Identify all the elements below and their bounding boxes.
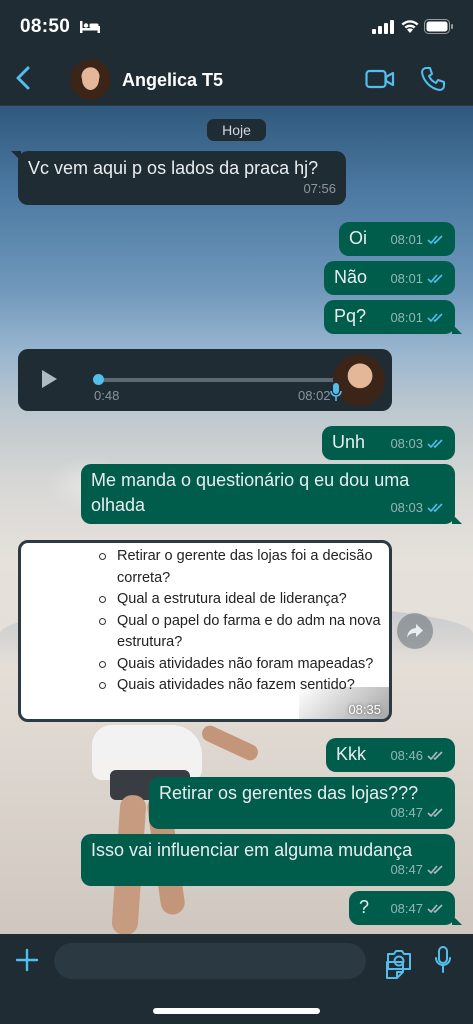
message-meta: 08:01: [390, 266, 445, 291]
message-incoming[interactable]: Vc vem aqui p os lados da praca hj? 07:5…: [11, 151, 346, 205]
avatar-face: [82, 68, 99, 90]
message-time: 08:47: [390, 862, 423, 877]
message-time: 08:47: [390, 805, 423, 820]
message-outgoing[interactable]: Retirar os gerentes das lojas??? 08:47: [149, 777, 455, 829]
read-receipt-icon: [427, 313, 443, 323]
message-meta: 08:03: [390, 495, 445, 520]
message-text: Me manda o questionário q eu dou uma olh…: [91, 470, 410, 515]
status-bar: 08:50: [0, 0, 473, 52]
back-chevron-icon[interactable]: [12, 62, 34, 94]
message-time: 08:46: [390, 748, 423, 763]
message-outgoing[interactable]: Kkk 08:46: [326, 738, 455, 772]
message-meta: 08:47: [390, 857, 445, 882]
camera-icon[interactable]: [385, 948, 413, 972]
message-time: 08:03: [390, 500, 423, 515]
video-call-icon[interactable]: [365, 68, 395, 90]
image-list-item: Qual o papel do farma e do adm na nova e…: [99, 611, 389, 654]
voice-time: 08:02: [298, 388, 331, 403]
contact-name[interactable]: Angelica T5: [122, 70, 223, 91]
contact-avatar[interactable]: [70, 59, 111, 100]
message-text: Isso vai influenciar em alguma mudança: [91, 840, 413, 860]
read-receipt-icon: [427, 235, 443, 245]
message-input[interactable]: [54, 943, 404, 979]
message-time: 08:47: [390, 901, 423, 916]
phone-call-icon[interactable]: [420, 66, 446, 92]
chat-header: Angelica T5: [0, 52, 473, 106]
read-receipt-icon: [427, 904, 443, 914]
voice-elapsed: 0:48: [94, 388, 120, 403]
message-time: 08:01: [390, 310, 423, 325]
read-receipt-icon: [427, 808, 443, 818]
image-list-item: Retirar o gerente das lojas foi a decisã…: [99, 546, 389, 589]
battery-icon: [424, 19, 453, 34]
forward-icon: [407, 624, 423, 638]
message-meta: 07:56: [303, 176, 336, 201]
message-text: Unh: [332, 432, 366, 452]
message-outgoing[interactable]: Oi 08:01: [339, 222, 455, 256]
wifi-icon: [401, 20, 419, 33]
message-text: Kkk: [336, 744, 367, 764]
message-time: 08:01: [390, 271, 423, 286]
read-receipt-icon: [427, 751, 443, 761]
message-time: 07:56: [303, 181, 336, 196]
message-meta: 08:01: [390, 305, 445, 330]
sleep-focus-icon: [80, 21, 100, 33]
read-receipt-icon: [427, 503, 443, 513]
message-text: Pq?: [334, 306, 367, 326]
status-time: 08:50: [20, 16, 71, 37]
message-meta: 08:47: [390, 800, 445, 825]
message-meta: 08:46: [390, 743, 445, 768]
message-outgoing[interactable]: Não 08:01: [324, 261, 455, 295]
image-message[interactable]: Retirar o gerente das lojas foi a decisã…: [18, 540, 392, 722]
message-outgoing[interactable]: Isso vai influenciar em alguma mudança 0…: [81, 834, 455, 886]
wallpaper-person: [92, 725, 202, 936]
image-text-list: Retirar o gerente das lojas foi a decisã…: [99, 546, 389, 697]
voice-progress-knob[interactable]: [93, 374, 104, 385]
play-icon[interactable]: [40, 369, 58, 389]
message-outgoing[interactable]: Unh 08:03: [322, 426, 455, 460]
message-outgoing[interactable]: ? 08:47: [349, 891, 462, 925]
read-receipt-icon: [427, 439, 443, 449]
message-outgoing[interactable]: Pq? 08:01: [324, 300, 462, 334]
voice-message[interactable]: 0:48 08:02: [18, 349, 392, 411]
signal-icon: [372, 20, 394, 34]
image-list-item: Qual a estrutura ideal de liderança?: [99, 589, 389, 611]
mic-icon: [330, 383, 342, 401]
forward-button[interactable]: [397, 613, 433, 649]
plus-icon[interactable]: [15, 948, 39, 972]
message-text: Vc vem aqui p os lados da praca hj?: [28, 158, 319, 178]
message-text: Não: [334, 267, 368, 287]
message-time: 08:35: [348, 702, 381, 717]
message-time: 08:01: [390, 232, 423, 247]
mic-icon[interactable]: [434, 946, 452, 974]
read-receipt-icon: [427, 274, 443, 284]
date-separator: Hoje: [207, 119, 266, 141]
voice-progress-track[interactable]: [96, 378, 336, 382]
message-text: ?: [359, 897, 370, 917]
message-text: Oi: [349, 228, 367, 248]
message-text: Retirar os gerentes das lojas???: [159, 783, 419, 803]
message-meta: 08:01: [390, 227, 445, 252]
message-outgoing[interactable]: Me manda o questionário q eu dou uma olh…: [81, 464, 462, 524]
message-meta: 08:47: [390, 896, 445, 921]
image-list-item: Quais atividades não foram mapeadas?: [99, 654, 389, 676]
message-meta: 08:03: [390, 431, 445, 456]
composer-bar: [0, 934, 473, 1024]
home-indicator[interactable]: [153, 1008, 320, 1014]
message-time: 08:03: [390, 436, 423, 451]
read-receipt-icon: [427, 865, 443, 875]
